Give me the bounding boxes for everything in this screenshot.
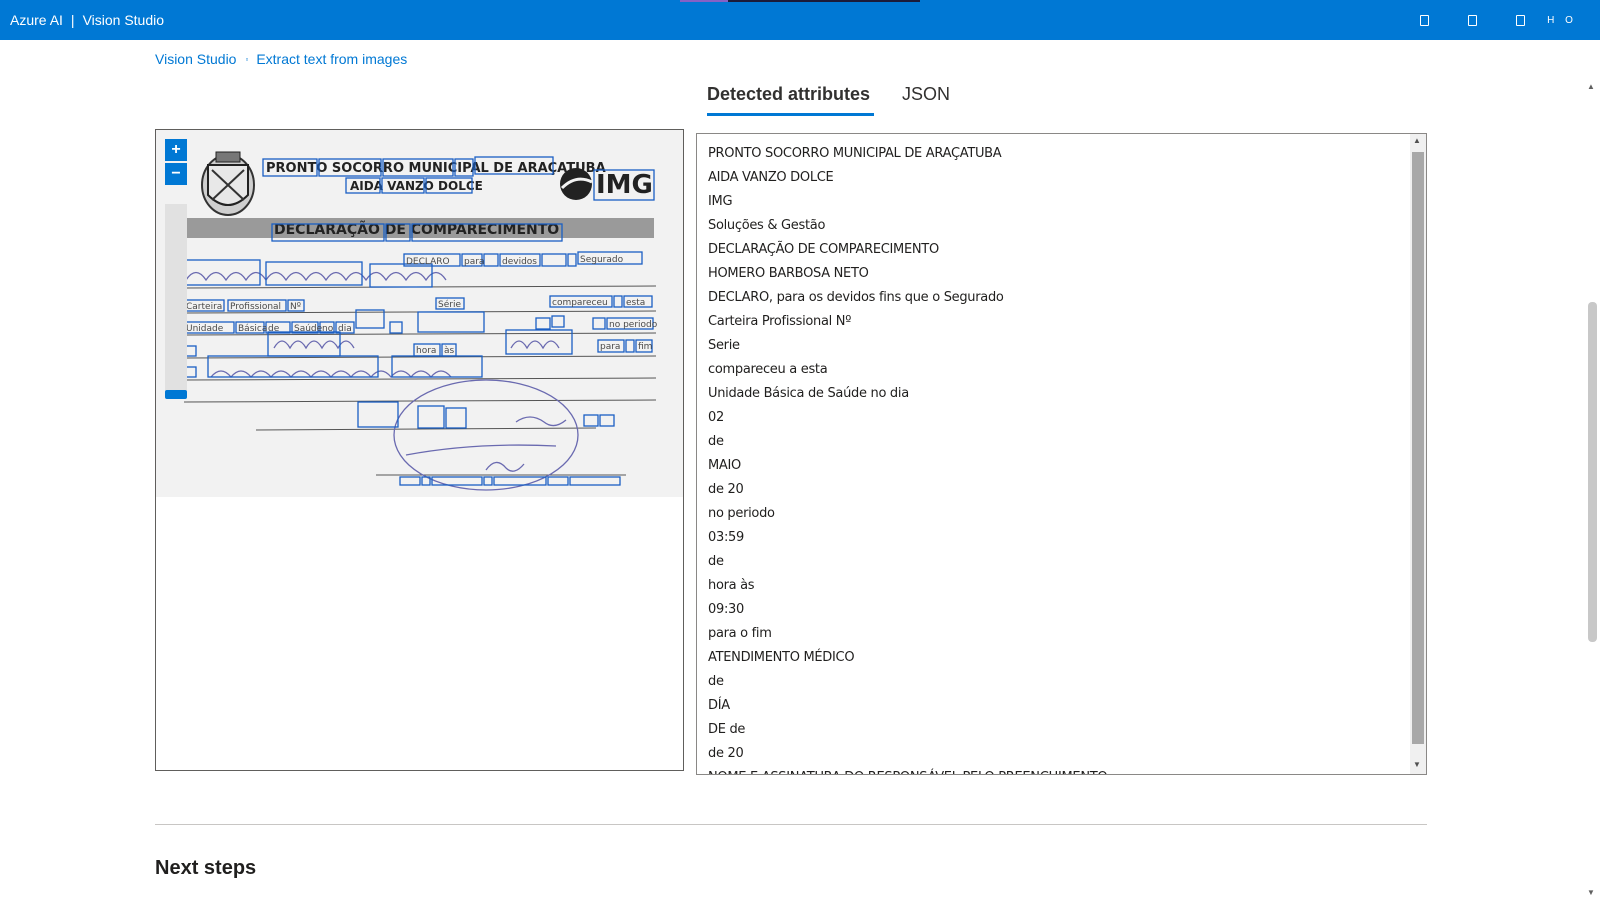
detected-text-line[interactable]: no periodo bbox=[708, 502, 1398, 526]
detected-text-line[interactable]: IMG bbox=[708, 190, 1398, 214]
detected-text-line[interactable]: MAIO bbox=[708, 454, 1398, 478]
document-icon[interactable] bbox=[1400, 0, 1448, 40]
svg-text:hora: hora bbox=[416, 346, 436, 356]
detected-text-line[interactable]: de bbox=[708, 670, 1398, 694]
detected-text-line[interactable]: DECLARO, para os devidos fins que o Segu… bbox=[708, 286, 1398, 310]
svg-text:devidos: devidos bbox=[502, 257, 537, 267]
svg-text:às: às bbox=[444, 346, 455, 356]
detected-text-line[interactable]: de 20 bbox=[708, 742, 1398, 766]
brand[interactable]: Azure AI | Vision Studio bbox=[0, 12, 164, 28]
detected-text-line[interactable]: 02 bbox=[708, 406, 1398, 430]
svg-text:Série: Série bbox=[438, 299, 461, 310]
image-preview-panel: PRONTO SOCORRO MUNICIPAL DE ARAÇATUBA AI… bbox=[155, 129, 684, 771]
svg-text:Carteira: Carteira bbox=[186, 302, 222, 312]
svg-text:Unidade: Unidade bbox=[186, 324, 224, 334]
scroll-up-icon[interactable]: ▲ bbox=[1413, 136, 1421, 145]
svg-text:no periodo: no periodo bbox=[609, 320, 658, 330]
svg-text:fim: fim bbox=[638, 342, 652, 352]
next-steps-heading: Next steps bbox=[155, 857, 257, 879]
detected-text-line[interactable]: Unidade Básica de Saúde no dia bbox=[708, 382, 1398, 406]
top-bar: Azure AI | Vision Studio H O bbox=[0, 0, 1600, 40]
svg-text:Profissional: Profissional bbox=[230, 302, 281, 312]
detected-text-line[interactable]: AIDA VANZO DOLCE bbox=[708, 166, 1398, 190]
document-icon[interactable] bbox=[1496, 0, 1544, 40]
zoom-slider-track[interactable] bbox=[165, 204, 187, 394]
detected-text-line[interactable]: HOMERO BARBOSA NETO bbox=[708, 262, 1398, 286]
product-name: Vision Studio bbox=[82, 12, 165, 28]
text-panel-scroll-thumb[interactable] bbox=[1412, 152, 1424, 744]
breadcrumb-extract-text[interactable]: Extract text from images bbox=[256, 51, 407, 67]
chevron-right-icon: ▫ bbox=[245, 54, 249, 64]
detected-text-line[interactable]: de bbox=[708, 550, 1398, 574]
detected-text-line[interactable]: de 20 bbox=[708, 478, 1398, 502]
detected-text-line[interactable]: Carteira Profissional Nº bbox=[708, 310, 1398, 334]
svg-text:para: para bbox=[600, 342, 620, 352]
document-image: PRONTO SOCORRO MUNICIPAL DE ARAÇATUBA AI… bbox=[156, 130, 683, 497]
breadcrumb: Vision Studio ▫ Extract text from images bbox=[155, 51, 407, 67]
svg-text:Saúde: Saúde bbox=[294, 324, 323, 334]
svg-text:Básica: Básica bbox=[238, 324, 267, 334]
help-icon[interactable]: H O bbox=[1544, 0, 1580, 40]
detected-text-line[interactable]: hora às bbox=[708, 574, 1398, 598]
img-logo: IMG bbox=[560, 168, 653, 200]
breadcrumb-vision-studio[interactable]: Vision Studio bbox=[155, 51, 236, 67]
scroll-down-icon[interactable]: ▼ bbox=[1413, 760, 1421, 769]
loading-bar bbox=[680, 0, 920, 2]
svg-text:de: de bbox=[268, 324, 280, 334]
zoom-out-button[interactable]: − bbox=[165, 163, 187, 185]
doc-header-2: AIDA VANZO DOLCE bbox=[350, 179, 483, 193]
detected-text-line[interactable]: de bbox=[708, 430, 1398, 454]
svg-text:esta: esta bbox=[626, 298, 645, 308]
top-tools: H O bbox=[1400, 0, 1580, 40]
brand-name: Azure AI bbox=[10, 12, 63, 28]
detected-text-line[interactable]: 09:30 bbox=[708, 598, 1398, 622]
section-divider bbox=[155, 824, 1427, 825]
detected-text-line[interactable]: NOME E ASSINATURA DO RESPONSÁVEL PELO PR… bbox=[708, 766, 1398, 774]
scroll-up-icon[interactable]: ▲ bbox=[1587, 82, 1595, 91]
brand-separator: | bbox=[70, 12, 75, 28]
detected-text-line[interactable]: DÍA bbox=[708, 694, 1398, 718]
svg-text:compareceu: compareceu bbox=[552, 298, 608, 308]
detected-text-line[interactable]: Serie bbox=[708, 334, 1398, 358]
svg-text:DECLARO: DECLARO bbox=[406, 257, 450, 267]
page-scroll-thumb[interactable] bbox=[1588, 302, 1597, 642]
tab-json[interactable]: JSON bbox=[902, 80, 950, 116]
page-scrollbar[interactable]: ▲ ▼ bbox=[1583, 80, 1600, 900]
detected-text-line[interactable]: DE de bbox=[708, 718, 1398, 742]
detected-text-list: PRONTO SOCORRO MUNICIPAL DE ARAÇATUBA AID… bbox=[708, 142, 1398, 774]
tab-detected-attributes[interactable]: Detected attributes bbox=[707, 80, 875, 116]
detected-text-line[interactable]: PRONTO SOCORRO MUNICIPAL DE ARAÇATUBA bbox=[708, 142, 1398, 166]
svg-text:Nº: Nº bbox=[290, 302, 301, 312]
detected-text-line[interactable]: 03:59 bbox=[708, 526, 1398, 550]
svg-text:IMG: IMG bbox=[596, 170, 653, 200]
svg-text:no: no bbox=[322, 324, 334, 334]
document-icon[interactable] bbox=[1448, 0, 1496, 40]
result-tabs: Detected attributes JSON bbox=[707, 80, 978, 116]
detected-text-line[interactable]: Soluções & Gestão bbox=[708, 214, 1398, 238]
detected-text-panel: PRONTO SOCORRO MUNICIPAL DE ARAÇATUBA AID… bbox=[696, 133, 1427, 775]
zoom-slider-handle[interactable] bbox=[165, 390, 187, 399]
scroll-down-icon[interactable]: ▼ bbox=[1587, 888, 1595, 897]
detected-text-line[interactable]: DECLARAÇÃO DE COMPARECIMENTO bbox=[708, 238, 1398, 262]
svg-text:dia: dia bbox=[338, 324, 352, 334]
detected-text-line[interactable]: ATENDIMENTO MÉDICO bbox=[708, 646, 1398, 670]
zoom-in-button[interactable]: + bbox=[165, 139, 187, 161]
svg-text:Segurado: Segurado bbox=[580, 255, 624, 265]
svg-text:para: para bbox=[464, 257, 484, 267]
text-panel-scrollbar[interactable]: ▲ ▼ bbox=[1410, 134, 1426, 774]
detected-text-line[interactable]: para o fim bbox=[708, 622, 1398, 646]
detected-text-line[interactable]: compareceu a esta bbox=[708, 358, 1398, 382]
